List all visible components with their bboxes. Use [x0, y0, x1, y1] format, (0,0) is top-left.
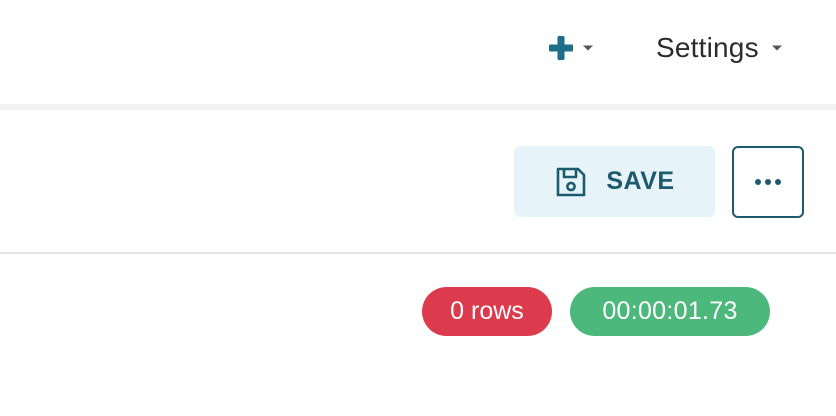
toolbar-divider	[0, 252, 836, 254]
caret-down-icon	[582, 42, 594, 54]
row-count-badge: 0 rows	[422, 287, 552, 336]
save-button-label: SAVE	[606, 167, 675, 195]
caret-down-icon	[771, 42, 783, 54]
more-options-button[interactable]	[732, 146, 804, 218]
settings-label: Settings	[656, 32, 759, 63]
top-bar: Settings	[0, 0, 836, 104]
settings-menu[interactable]: Settings	[656, 30, 783, 66]
save-button[interactable]: SAVE	[514, 146, 715, 217]
plus-icon	[548, 35, 574, 61]
ellipsis-icon	[753, 178, 783, 186]
new-item-menu[interactable]	[548, 30, 594, 66]
elapsed-time-badge: 00:00:01.73	[570, 287, 770, 336]
save-icon	[554, 165, 588, 199]
